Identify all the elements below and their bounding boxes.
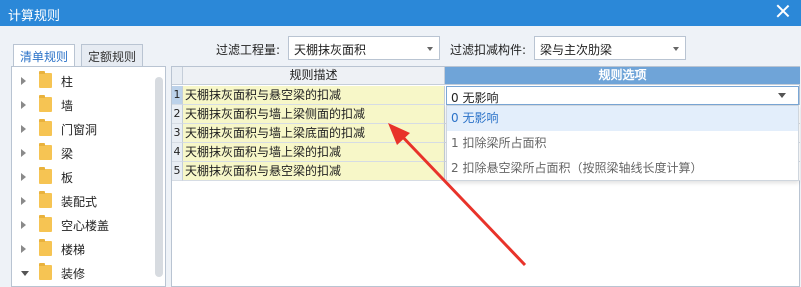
dropdown-option[interactable]: 1 扣除梁所占面积 bbox=[447, 131, 798, 156]
tab-bill-rules[interactable]: 清单规则 bbox=[13, 44, 76, 67]
tree-item-decoration[interactable]: 装修 bbox=[12, 261, 152, 285]
tree-item-label: 装配式 bbox=[61, 195, 98, 209]
folder-icon bbox=[39, 191, 52, 208]
filter-quantity-label: 过滤工程量: bbox=[216, 43, 281, 57]
tree-item-door-window-opening[interactable]: 门窗洞 bbox=[12, 117, 152, 141]
tab-quota-rules-label: 定额规则 bbox=[88, 50, 137, 64]
rule-description-cell[interactable]: 天棚抹灰面积与墙上梁底面的扣减 bbox=[183, 124, 445, 143]
folder-icon bbox=[39, 263, 52, 280]
tree-item-column[interactable]: 柱 bbox=[12, 69, 152, 93]
filter-quantity-value: 天棚抹灰面积 bbox=[294, 43, 367, 57]
rule-option-value: 0 无影响 bbox=[451, 91, 499, 105]
expand-arrow-icon[interactable] bbox=[21, 77, 26, 85]
expand-arrow-icon[interactable] bbox=[21, 101, 26, 109]
filter-deduct-value: 梁与主次肋梁 bbox=[540, 43, 613, 57]
expand-arrow-icon[interactable] bbox=[21, 173, 26, 181]
chevron-down-icon bbox=[427, 47, 433, 51]
expand-arrow-icon[interactable] bbox=[21, 197, 26, 205]
tree-item-label: 板 bbox=[61, 171, 74, 185]
grid-corner bbox=[172, 67, 183, 85]
folder-icon bbox=[39, 95, 52, 112]
rule-description-cell[interactable]: 天棚抹灰面积与墙上梁侧面的扣减 bbox=[183, 105, 445, 124]
expand-arrow-icon[interactable] bbox=[21, 245, 26, 253]
row-number[interactable]: 2 bbox=[172, 105, 183, 124]
tree-item-label: 空心楼盖 bbox=[61, 219, 110, 233]
tree-item-label: 墙 bbox=[61, 99, 74, 113]
tree-item-hollow-floor[interactable]: 空心楼盖 bbox=[12, 213, 152, 237]
rules-grid: 规则描述 规则选项 1 天棚抹灰面积与悬空梁的扣减 2 天棚抹灰面积与墙上梁侧面… bbox=[171, 66, 800, 287]
tab-quota-rules[interactable]: 定额规则 bbox=[81, 44, 144, 66]
filter-quantity-select[interactable]: 天棚抹灰面积 bbox=[288, 36, 440, 60]
column-header-option: 规则选项 bbox=[445, 67, 800, 85]
tree-item-prefabricated[interactable]: 装配式 bbox=[12, 189, 152, 213]
collapse-arrow-icon[interactable] bbox=[21, 271, 29, 276]
filter-deduct-label: 过滤扣减构件: bbox=[450, 43, 527, 57]
folder-icon bbox=[39, 71, 52, 88]
row-number[interactable]: 1 bbox=[172, 86, 183, 105]
tree-item-label: 门窗洞 bbox=[61, 123, 98, 137]
component-tree: 柱 墙 门窗洞 梁 板 装配式 空心楼盖 楼梯 装修 bbox=[11, 66, 166, 287]
chevron-down-icon bbox=[673, 47, 679, 51]
tree-item-wall[interactable]: 墙 bbox=[12, 93, 152, 117]
filter-deduct-select[interactable]: 梁与主次肋梁 bbox=[534, 36, 686, 60]
rule-description-cell[interactable]: 天棚抹灰面积与悬空梁的扣减 bbox=[183, 86, 445, 105]
folder-icon bbox=[39, 239, 52, 256]
tree-item-beam[interactable]: 梁 bbox=[12, 141, 152, 165]
dropdown-option[interactable]: 0 无影响 bbox=[447, 106, 798, 131]
expand-arrow-icon[interactable] bbox=[21, 221, 26, 229]
close-icon[interactable] bbox=[775, 3, 791, 19]
folder-icon bbox=[39, 119, 52, 136]
tree-item-label: 梁 bbox=[61, 147, 74, 161]
tree-item-label: 楼梯 bbox=[61, 243, 86, 257]
tab-bill-rules-label: 清单规则 bbox=[20, 50, 69, 64]
rule-option-dropdown: 0 无影响 1 扣除梁所占面积 2 扣除悬空梁所占面积（按照梁轴线长度计算） bbox=[446, 105, 799, 181]
row-number[interactable]: 5 bbox=[172, 162, 183, 181]
row-number[interactable]: 3 bbox=[172, 124, 183, 143]
column-header-description: 规则描述 bbox=[183, 67, 445, 85]
tree-item-label: 柱 bbox=[61, 75, 74, 89]
tree-item-label: 装修 bbox=[61, 267, 86, 281]
folder-icon bbox=[39, 167, 52, 184]
dropdown-option[interactable]: 2 扣除悬空梁所占面积（按照梁轴线长度计算） bbox=[447, 156, 798, 181]
rule-description-cell[interactable]: 天棚抹灰面积与墙上梁的扣减 bbox=[183, 143, 445, 162]
title-bar: 计算规则 bbox=[0, 0, 801, 26]
window-title: 计算规则 bbox=[8, 9, 61, 24]
expand-arrow-icon[interactable] bbox=[21, 149, 26, 157]
tree-scrollbar[interactable] bbox=[155, 77, 163, 277]
row-number[interactable]: 4 bbox=[172, 143, 183, 162]
folder-icon bbox=[39, 215, 52, 232]
rule-option-combobox[interactable]: 0 无影响 bbox=[446, 86, 799, 105]
tree-item-slab[interactable]: 板 bbox=[12, 165, 152, 189]
tree-item-stairs[interactable]: 楼梯 bbox=[12, 237, 152, 261]
chevron-down-icon[interactable] bbox=[778, 93, 786, 98]
dialog-body: 清单规则 定额规则 过滤工程量: 天棚抹灰面积 过滤扣减构件: 梁与主次肋梁 柱… bbox=[0, 26, 801, 287]
rule-description-cell[interactable]: 天棚抹灰面积与悬空梁的扣减 bbox=[183, 162, 445, 181]
folder-icon bbox=[39, 143, 52, 160]
expand-arrow-icon[interactable] bbox=[21, 125, 26, 133]
